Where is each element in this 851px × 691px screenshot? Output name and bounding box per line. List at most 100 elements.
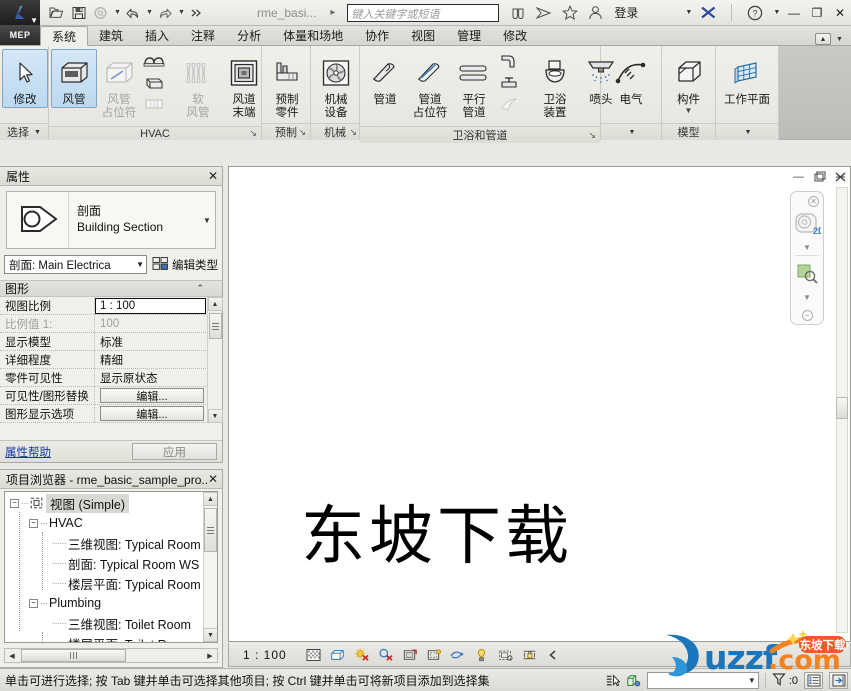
temporary-view-properties-icon[interactable] xyxy=(522,647,537,662)
duct-button[interactable]: 风管 xyxy=(51,49,97,108)
tab-管理[interactable]: 管理 xyxy=(446,25,492,45)
chevron-down-icon[interactable]: ▼ xyxy=(748,676,756,685)
browser-vertical-scrollbar[interactable]: ▲ ▼ xyxy=(203,492,217,642)
view-minimize-button[interactable]: — xyxy=(792,170,805,183)
tree-node-3d-typical-room[interactable]: ······ 三维视图: Typical Room xyxy=(5,533,203,553)
list-icon[interactable] xyxy=(804,672,823,689)
chevron-down-icon[interactable]: ▼ xyxy=(627,129,636,136)
type-selector[interactable]: 剖面 Building Section ▼ xyxy=(6,191,216,249)
work-plane-button[interactable]: 工作平面 xyxy=(718,49,776,108)
tab-建筑[interactable]: 建筑 xyxy=(88,25,134,45)
shadows-off-icon[interactable] xyxy=(378,647,393,662)
dialog-launcher-icon[interactable]: ↘ xyxy=(298,127,306,138)
table-row[interactable]: 图形显示选项 编辑... xyxy=(0,405,222,423)
more-icon[interactable] xyxy=(186,2,207,23)
expander-icon[interactable]: − xyxy=(29,518,38,528)
fabrication-part-button[interactable]: 预制 零件 xyxy=(264,49,310,121)
expand-icon[interactable] xyxy=(829,672,848,689)
collapse-icon[interactable]: ⌃ xyxy=(196,283,222,294)
property-value-detail-level[interactable]: 精细 xyxy=(95,351,206,368)
steering-wheel-dropdown-icon[interactable]: ▼ xyxy=(803,243,811,252)
view-restore-button[interactable] xyxy=(813,170,826,183)
autodesk-exchange-icon[interactable] xyxy=(699,3,718,22)
panel-footer-electrical[interactable]: ▼ xyxy=(601,123,661,140)
duct-fitting-icon[interactable] xyxy=(141,53,167,71)
help-icon[interactable]: ? xyxy=(745,3,764,22)
tree-node-3d-toilet-room[interactable]: ······ 三维视图: Toilet Room xyxy=(5,613,203,633)
redo-dropdown-icon[interactable]: ▼ xyxy=(176,9,185,16)
tab-分析[interactable]: 分析 xyxy=(226,25,272,45)
scroll-left-icon[interactable]: ◀ xyxy=(5,649,19,662)
open-icon[interactable] xyxy=(46,2,67,23)
chevron-down-icon[interactable]: ▼ xyxy=(685,107,693,115)
vg-overrides-edit-button[interactable]: 编辑... xyxy=(100,388,204,403)
view-close-button[interactable] xyxy=(834,170,847,183)
duct-accessory-icon[interactable] xyxy=(141,74,167,92)
tab-修改[interactable]: 修改 xyxy=(492,25,538,45)
graphic-display-edit-button[interactable]: 编辑... xyxy=(100,406,204,421)
tree-node-floorplan-toilet-room[interactable]: ······ 楼层平面: Toilet Room xyxy=(5,633,203,643)
tab-注释[interactable]: 注释 xyxy=(180,25,226,45)
scroll-down-icon[interactable]: ▼ xyxy=(203,628,217,642)
flex-duct-button[interactable]: 软 风管 xyxy=(175,49,221,121)
zoom-region-icon[interactable] xyxy=(794,262,820,287)
pipe-placeholder-button[interactable]: 管道 占位符 xyxy=(408,49,452,121)
scroll-thumb[interactable] xyxy=(204,508,217,552)
air-terminal-button[interactable]: 风道 末端 xyxy=(221,49,267,121)
close-icon[interactable]: ✕ xyxy=(208,169,218,183)
sun-path-off-icon[interactable] xyxy=(354,647,369,662)
scroll-thumb[interactable] xyxy=(208,313,222,339)
scroll-thumb[interactable] xyxy=(21,649,126,662)
flex-pipe-icon[interactable] xyxy=(496,95,522,113)
user-account-icon[interactable] xyxy=(586,3,605,22)
view-scale-label[interactable]: 1 : 100 xyxy=(243,648,287,662)
properties-scrollbar[interactable]: ▲ ▼ xyxy=(207,297,223,423)
tree-node-section-typical-room-ws[interactable]: ······ 剖面: Typical Room WS xyxy=(5,553,203,573)
close-button[interactable]: ✕ xyxy=(833,6,847,20)
chevron-down-icon[interactable]: ▼ xyxy=(133,260,144,269)
properties-group-header[interactable]: 图形 ⌃ xyxy=(0,280,222,297)
dialog-launcher-icon[interactable]: ↘ xyxy=(249,128,257,139)
pipe-fitting-icon[interactable] xyxy=(496,53,522,71)
zoom-dropdown-icon[interactable]: ▼ xyxy=(803,293,811,302)
chevron-down-icon[interactable]: ▼ xyxy=(199,192,215,248)
component-button[interactable]: 构件 ▼ xyxy=(663,49,715,115)
filter-icon[interactable] xyxy=(772,672,786,690)
reveal-hidden-elements-icon[interactable] xyxy=(498,647,513,662)
scroll-down-icon[interactable]: ▼ xyxy=(207,409,223,423)
chevron-down-icon[interactable]: ▼ xyxy=(743,129,752,136)
panel-footer-workplane[interactable]: ▼ xyxy=(716,123,778,140)
scroll-right-icon[interactable]: ▶ xyxy=(203,649,217,662)
steering-wheel-2d-icon[interactable]: 2D xyxy=(793,212,825,241)
crop-view-icon[interactable] xyxy=(426,647,441,662)
redo-icon[interactable] xyxy=(154,2,175,23)
search-input[interactable]: 键入关键字或短语 xyxy=(347,3,500,22)
table-row[interactable]: 详细程度 精细 xyxy=(0,351,222,369)
table-row[interactable]: 可见性/图形替换 编辑... xyxy=(0,387,222,405)
design-option-combo[interactable]: ▼ xyxy=(646,672,759,689)
plumbing-fixture-button[interactable]: 卫浴 装置 xyxy=(532,49,578,121)
tab-协作[interactable]: 协作 xyxy=(354,25,400,45)
property-value-view-scale[interactable]: 1 : 100 xyxy=(95,298,206,314)
edit-type-button[interactable]: 编辑类型 xyxy=(152,256,218,274)
table-row[interactable]: 视图比例 1 : 100 xyxy=(0,297,222,315)
constraints-icon[interactable] xyxy=(546,647,561,662)
signin-dropdown-icon[interactable]: ▼ xyxy=(683,9,692,16)
tab-视图[interactable]: 视图 xyxy=(400,25,446,45)
tab-系统[interactable]: 系统 xyxy=(40,26,89,46)
star-icon[interactable] xyxy=(560,3,579,22)
save-icon[interactable] xyxy=(68,2,89,23)
tree-node-hvac[interactable]: − ··· HVAC xyxy=(5,513,203,533)
ribbon-minimize-dropdown-icon[interactable]: ▼ xyxy=(834,36,843,43)
tab-体量和场地[interactable]: 体量和场地 xyxy=(272,25,354,45)
maximize-button[interactable]: ❐ xyxy=(810,6,824,20)
sync-dropdown-icon[interactable]: ▼ xyxy=(112,9,121,16)
panel-footer-select[interactable]: 选择 ▼ xyxy=(0,123,48,140)
parallel-pipes-button[interactable]: 平行 管道 xyxy=(452,49,496,121)
pipe-button[interactable]: 管道 xyxy=(362,49,408,108)
undo-icon[interactable] xyxy=(122,2,143,23)
expander-icon[interactable]: − xyxy=(10,498,19,508)
sync-icon[interactable] xyxy=(90,2,111,23)
dialog-launcher-icon[interactable]: ↘ xyxy=(349,127,357,138)
binoculars-icon[interactable] xyxy=(508,3,527,22)
